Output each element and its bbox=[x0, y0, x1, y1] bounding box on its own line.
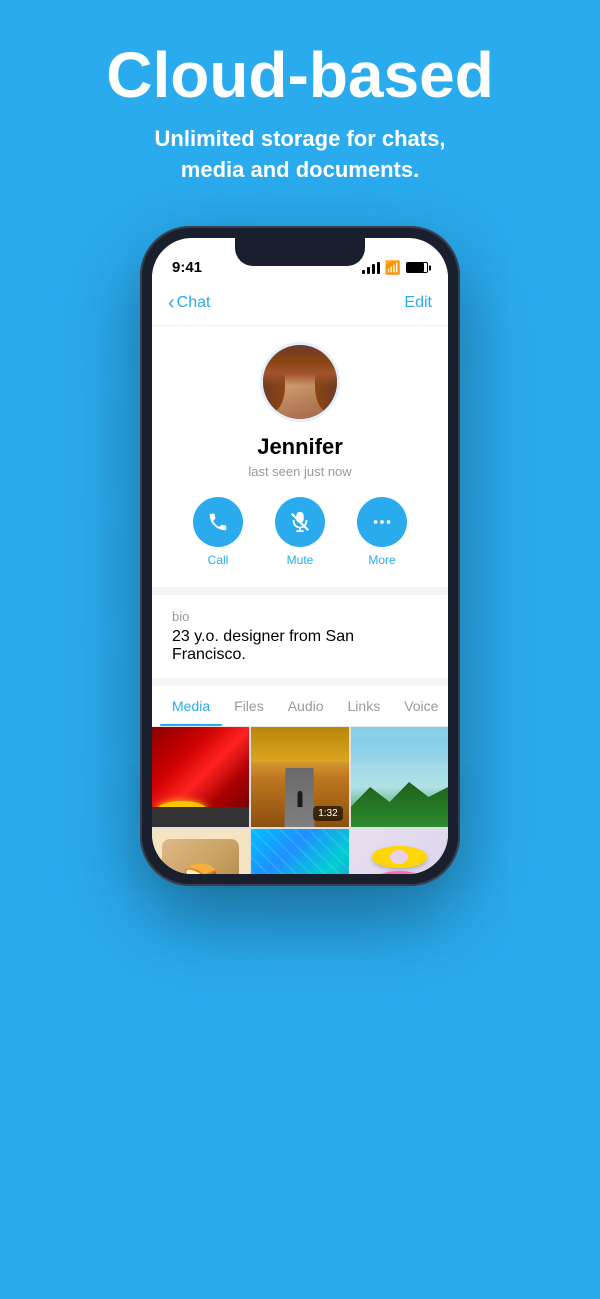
media-item-3[interactable] bbox=[351, 727, 448, 827]
mute-icon bbox=[275, 497, 325, 547]
call-label: Call bbox=[208, 553, 229, 567]
phone-notch bbox=[235, 238, 365, 266]
hero-title: Cloud-based bbox=[106, 40, 494, 110]
call-icon bbox=[193, 497, 243, 547]
tab-links[interactable]: Links bbox=[336, 686, 393, 726]
chevron-left-icon: ‹ bbox=[168, 293, 175, 313]
duration-badge: 1:32 bbox=[313, 806, 342, 821]
tab-audio[interactable]: Audio bbox=[276, 686, 336, 726]
section-divider-2 bbox=[152, 678, 448, 686]
more-label: More bbox=[368, 553, 395, 567]
tab-media[interactable]: Media bbox=[160, 686, 222, 726]
tab-voice[interactable]: Voice bbox=[392, 686, 448, 726]
media-grid: 1:32 🍞 bbox=[152, 727, 448, 874]
profile-status: last seen just now bbox=[248, 464, 351, 479]
nav-bar: ‹ Chat Edit bbox=[152, 282, 448, 326]
profile-section: Jennifer last seen just now Call bbox=[152, 326, 448, 587]
signal-icon bbox=[362, 262, 380, 274]
phone-screen: 9:41 📶 ‹ Ch bbox=[152, 238, 448, 874]
bio-text: 23 y.o. designer from San Francisco. bbox=[172, 628, 428, 664]
hero-section: Cloud-based Unlimited storage for chats,… bbox=[86, 0, 514, 216]
back-label: Chat bbox=[177, 294, 211, 312]
phone-frame: 9:41 📶 ‹ Ch bbox=[140, 226, 460, 886]
profile-name: Jennifer bbox=[257, 434, 343, 460]
bio-label: bio bbox=[172, 609, 428, 624]
edit-button[interactable]: Edit bbox=[404, 294, 432, 312]
mute-button[interactable]: Mute bbox=[275, 497, 325, 567]
back-button[interactable]: ‹ Chat bbox=[168, 293, 210, 313]
status-icons: 📶 bbox=[362, 260, 428, 276]
more-button[interactable]: More bbox=[357, 497, 407, 567]
mute-label: Mute bbox=[287, 553, 314, 567]
avatar-image bbox=[263, 345, 337, 419]
media-item-4[interactable]: 🍞 bbox=[152, 829, 249, 874]
media-item-5[interactable] bbox=[251, 829, 348, 874]
section-divider-1 bbox=[152, 587, 448, 595]
bio-section: bio 23 y.o. designer from San Francisco. bbox=[152, 595, 448, 678]
tab-files[interactable]: Files bbox=[222, 686, 276, 726]
hero-subtitle: Unlimited storage for chats,media and do… bbox=[106, 124, 494, 186]
phone-mockup: 9:41 📶 ‹ Ch bbox=[140, 226, 460, 886]
call-button[interactable]: Call bbox=[193, 497, 243, 567]
action-buttons: Call Mu bbox=[193, 497, 407, 567]
battery-icon bbox=[406, 262, 428, 273]
media-tabs: Media Files Audio Links Voice bbox=[152, 686, 448, 727]
media-item-6[interactable] bbox=[351, 829, 448, 874]
avatar bbox=[260, 342, 340, 422]
media-item-2[interactable]: 1:32 bbox=[251, 727, 348, 827]
media-item-1[interactable] bbox=[152, 727, 249, 827]
more-icon bbox=[357, 497, 407, 547]
wifi-icon: 📶 bbox=[385, 260, 401, 276]
status-time: 9:41 bbox=[172, 259, 202, 276]
